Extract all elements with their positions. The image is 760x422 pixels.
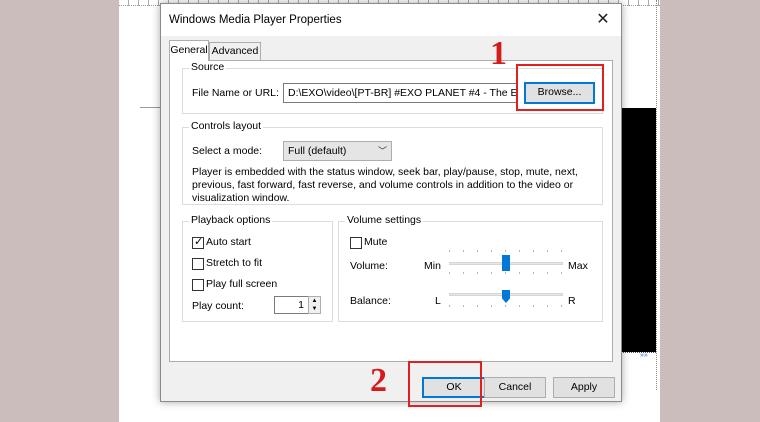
check-icon: ✓: [194, 236, 204, 248]
page-margin: [656, 0, 658, 390]
file-name-input[interactable]: D:\EXO\video\[PT-BR] #EXO PLANET #4 - Th…: [283, 83, 517, 103]
file-name-label: File Name or URL:: [192, 87, 279, 99]
auto-start-label[interactable]: Auto start: [206, 236, 251, 248]
volume-settings-group: Volume settings Mute Volume: Min Max Bal…: [338, 214, 603, 322]
embedded-player-area: [620, 108, 656, 352]
properties-dialog: Windows Media Player Properties ✕ Genera…: [160, 3, 622, 402]
volume-min-label: Min: [424, 260, 441, 272]
mode-description: Player is embedded with the status windo…: [192, 166, 578, 204]
volume-label: Volume:: [350, 260, 388, 272]
select-mode-label: Select a mode:: [192, 145, 263, 157]
player-border: [620, 352, 656, 362]
close-button[interactable]: ✕: [593, 10, 613, 30]
ok-highlight-box: [408, 361, 482, 407]
stretch-to-fit-label[interactable]: Stretch to fit: [206, 257, 262, 269]
play-count-label: Play count:: [192, 300, 244, 312]
mute-label[interactable]: Mute: [364, 236, 387, 248]
volume-ticks: [449, 250, 563, 252]
apply-button[interactable]: Apply: [553, 377, 615, 398]
spin-up-icon[interactable]: ▲: [309, 297, 320, 305]
play-full-screen-checkbox[interactable]: [192, 279, 204, 291]
mode-select-value: Full (default): [288, 145, 347, 157]
document-line: [140, 107, 162, 108]
balance-label: Balance:: [350, 295, 391, 307]
title-bar: Windows Media Player Properties ✕: [161, 4, 621, 36]
mode-select[interactable]: Full (default) ﹀: [283, 141, 392, 161]
balance-ticks: [449, 305, 563, 307]
tab-general[interactable]: General: [169, 40, 209, 61]
balance-slider-thumb[interactable]: [502, 290, 510, 303]
play-full-screen-label[interactable]: Play full screen: [206, 278, 277, 290]
balance-left-label: L: [435, 295, 441, 307]
controls-layout-group: Controls layout Select a mode: Full (def…: [182, 120, 603, 205]
tab-advanced[interactable]: Advanced: [209, 42, 261, 60]
dialog-title: Windows Media Player Properties: [169, 14, 342, 26]
resize-handle-icon: »»: [640, 352, 648, 359]
callout-number-1: 1: [490, 35, 507, 72]
spin-down-icon[interactable]: ▼: [309, 305, 320, 313]
volume-ticks-bottom: [449, 272, 563, 274]
callout-number-2: 2: [370, 362, 387, 399]
mute-checkbox[interactable]: [350, 237, 362, 249]
play-count-stepper[interactable]: ▲ ▼: [308, 296, 321, 314]
close-icon: ✕: [596, 11, 610, 28]
chevron-down-icon: ﹀: [377, 146, 387, 156]
play-count-input[interactable]: 1: [274, 296, 309, 314]
controls-layout-label: Controls layout: [189, 120, 264, 132]
auto-start-checkbox[interactable]: ✓: [192, 236, 204, 249]
browse-highlight-box: [516, 64, 604, 111]
playback-options-label: Playback options: [189, 214, 273, 226]
source-group-label: Source: [189, 61, 227, 73]
stretch-to-fit-checkbox[interactable]: [192, 258, 204, 270]
volume-max-label: Max: [568, 260, 588, 272]
balance-right-label: R: [568, 295, 576, 307]
volume-slider-thumb[interactable]: [502, 255, 510, 271]
volume-settings-label: Volume settings: [345, 214, 424, 226]
cancel-button[interactable]: Cancel: [484, 377, 546, 398]
playback-options-group: Playback options ✓ Auto start Stretch to…: [182, 214, 333, 322]
